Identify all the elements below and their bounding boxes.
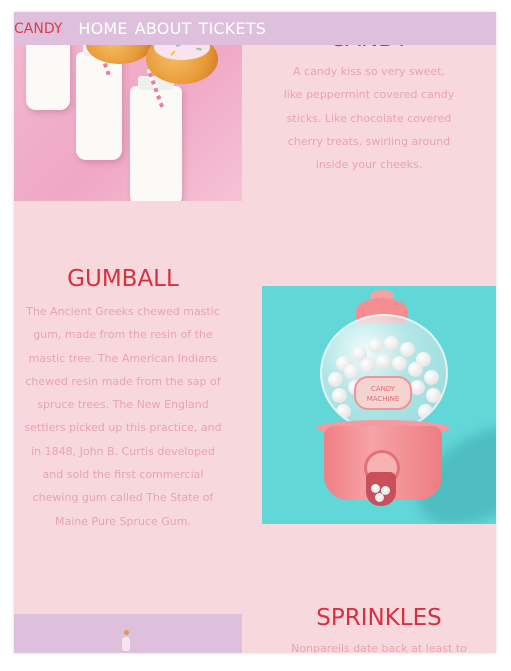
sprinkles-title: SPRINKLES [316, 605, 442, 631]
candy-machine-label: CANDY MACHINE [354, 376, 412, 410]
nav-about-link[interactable]: ABOUT [135, 19, 192, 38]
candy-paragraph: A candy kiss so very sweet, like pepperm… [283, 65, 455, 172]
nav-tickets-link[interactable]: TICKETS [198, 19, 266, 38]
sprinkles-photo [14, 614, 242, 653]
nav-home-link[interactable]: HOME [78, 19, 127, 38]
brand-logo[interactable]: CANDY [14, 21, 62, 37]
top-nav: CANDY HOME ABOUT TICKETS [14, 12, 496, 45]
gumball-paragraph: The Ancient Greeks chewed mastic gum, ma… [24, 305, 222, 528]
gumball-machine-photo: CANDY MACHINE [262, 286, 496, 524]
sprinkles-paragraph: Nonpareils date back at least to the [291, 642, 467, 653]
gumball-title: GUMBALL [67, 266, 179, 292]
milk-bottles-and-donuts-photo [14, 30, 242, 201]
page: CANDY A candy kiss so very sweet, like p… [14, 12, 496, 653]
